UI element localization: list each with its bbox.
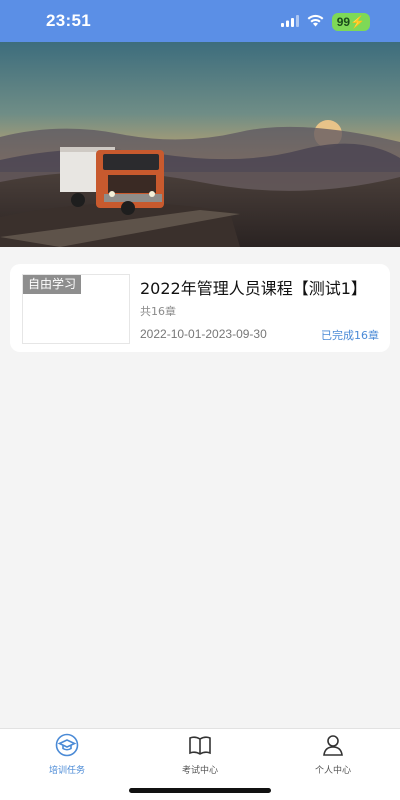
course-card[interactable]: 自由学习 2022年管理人员课程【测试1】 共16章 2022-10-01-20… — [10, 264, 390, 352]
course-date-range: 2022-10-01-2023-09-30 — [140, 327, 267, 341]
tab-training-tasks[interactable]: 培训任务 — [12, 733, 122, 776]
banner-image[interactable] — [0, 42, 400, 247]
course-thumbnail: 自由学习 — [22, 274, 130, 344]
person-icon — [278, 733, 388, 761]
tab-label: 考试中心 — [181, 766, 218, 776]
course-progress: 已完成16章 — [321, 329, 379, 342]
tab-exam-center[interactable]: 考试中心 — [145, 733, 255, 776]
battery-level: 99 — [336, 14, 351, 29]
graduation-cap-icon — [12, 733, 122, 761]
status-time: 23:51 — [46, 11, 91, 30]
charging-bolt-icon: ⚡ — [350, 14, 365, 29]
status-indicators: 99⚡ — [280, 12, 370, 31]
tab-label: 培训任务 — [48, 766, 85, 776]
tab-personal-center[interactable]: 个人中心 — [278, 733, 388, 776]
tab-label: 个人中心 — [314, 766, 351, 776]
home-indicator[interactable] — [129, 788, 271, 793]
chapter-count: 共16章 — [140, 305, 176, 318]
course-type-tag: 自由学习 — [23, 275, 82, 294]
battery-indicator: 99⚡ — [331, 12, 370, 31]
cellular-signal-icon — [280, 12, 299, 31]
status-bar: 23:51 99⚡ — [0, 0, 400, 42]
open-book-icon — [145, 733, 255, 761]
app-screen: 23:51 99⚡ 自由学习 2022年管理人员课程【测试1】 共16章 202… — [0, 0, 400, 800]
wifi-icon — [307, 12, 324, 31]
course-title: 2022年管理人员课程【测试1】 — [140, 279, 367, 298]
